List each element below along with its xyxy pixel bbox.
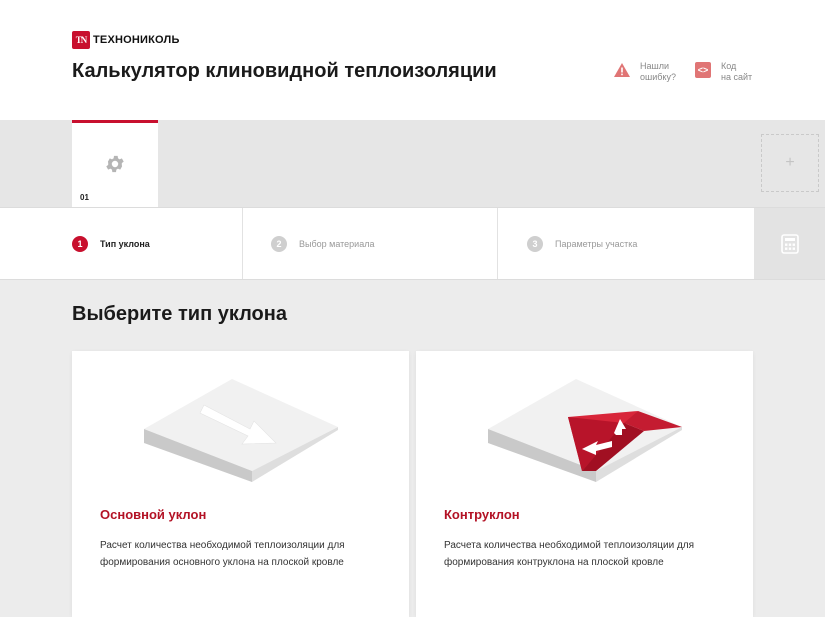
tabs-strip: 01 + (0, 120, 825, 207)
warning-icon (613, 61, 631, 79)
step-2[interactable]: 2 Выбор материала (271, 208, 374, 279)
section-title: Выберите тип уклона (72, 303, 287, 325)
step-number: 1 (72, 235, 88, 252)
option-card-counter-slope[interactable]: Контруклон Расчета количества необходимо… (416, 351, 753, 617)
calculator-button[interactable] (754, 208, 825, 279)
option-title: Основной уклон (100, 507, 207, 522)
counter-slope-illustration (488, 379, 682, 482)
main-slope-illustration (144, 379, 338, 482)
steps-bar: 1 Тип уклона 2 Выбор материала 3 Парамет… (0, 207, 825, 280)
page-title: Калькулятор клиновидной теплоизоляции (72, 60, 497, 82)
site-code-link[interactable]: <> Код на сайт (694, 61, 752, 83)
tab-number: 01 (80, 193, 89, 202)
tab-01[interactable]: 01 (72, 120, 158, 207)
add-tab-button[interactable]: + (761, 134, 819, 192)
step-number: 2 (271, 235, 287, 252)
option-description: Расчета количества необходимой теплоизол… (444, 540, 695, 568)
step-1[interactable]: 1 Тип уклона (72, 208, 150, 279)
step-label: Тип уклона (100, 238, 150, 249)
step-divider (242, 208, 243, 279)
option-card-main-slope[interactable]: Основной уклон Расчет количества необход… (72, 351, 409, 617)
logo-mark-icon: TN (72, 31, 90, 49)
report-error-label: Нашли ошибку? (640, 61, 676, 82)
step-number: 3 (527, 235, 543, 252)
logo-text: ТЕХНОНИКОЛЬ (93, 34, 180, 46)
step-label: Параметры участка (555, 238, 638, 249)
header: TN ТЕХНОНИКОЛЬ Калькулятор клиновидной т… (0, 0, 825, 120)
report-error-link[interactable]: Нашли ошибку? (613, 61, 676, 83)
option-description: Расчет количества необходимой теплоизоля… (100, 540, 345, 568)
code-icon: <> (694, 61, 712, 79)
site-code-label: Код на сайт (721, 61, 753, 82)
step-label: Выбор материала (299, 238, 375, 249)
step-divider (497, 208, 498, 279)
calculator-icon (780, 233, 799, 254)
option-title: Контруклон (444, 507, 520, 522)
brand-logo[interactable]: TN ТЕХНОНИКОЛЬ (72, 31, 180, 49)
step-3[interactable]: 3 Параметры участка (527, 208, 637, 279)
gear-icon (106, 155, 124, 173)
